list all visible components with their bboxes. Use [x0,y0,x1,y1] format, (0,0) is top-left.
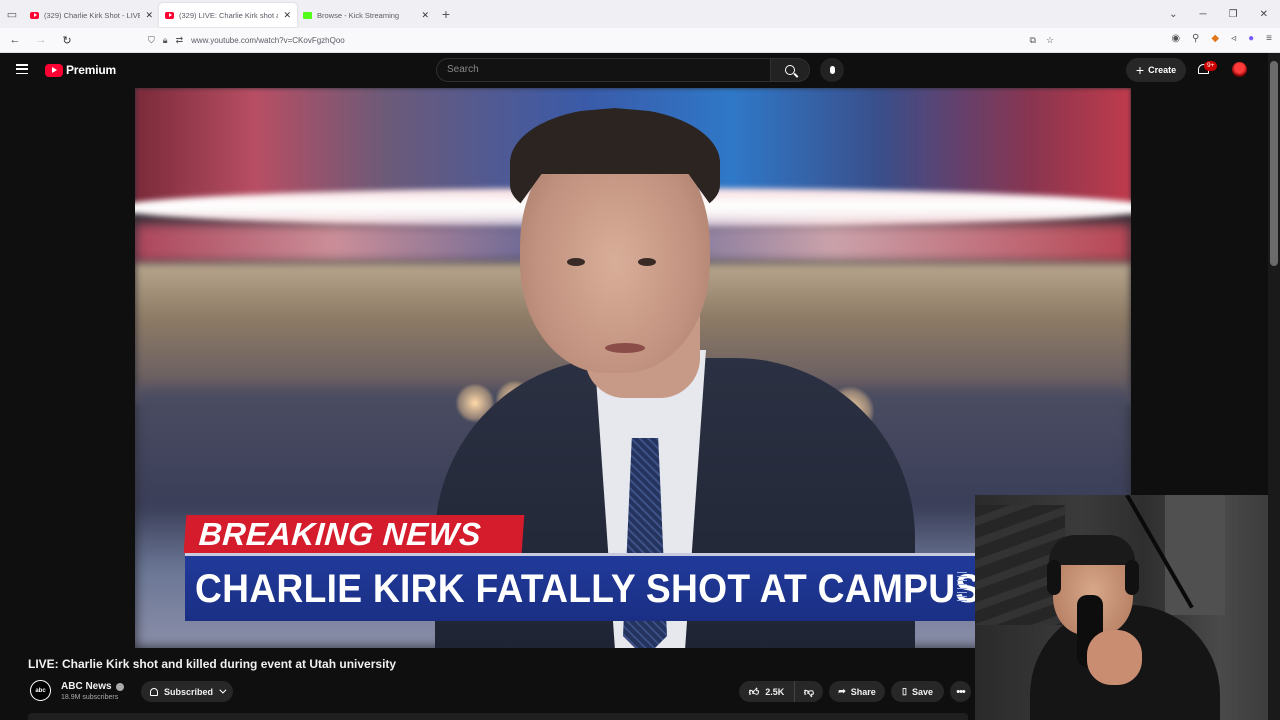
abc-logo: abc [31,681,50,700]
metamask-icon[interactable]: ◆ [1211,33,1219,44]
window-controls: ⌄ ─ ❐ ✕ [1169,9,1280,20]
reload-icon[interactable]: ↻ [56,34,78,47]
youtube-favicon-icon [165,11,174,19]
save-label: Save [911,686,933,697]
microphone-icon [829,66,835,74]
minimize-icon[interactable]: ─ [1200,9,1207,20]
browser-tab-bar: ▭ (329) Charlie Kirk Shot - LIVE Br ✕ (3… [0,0,1280,28]
save-button[interactable]: ▯ Save [891,681,944,702]
new-tab-button[interactable]: + [435,6,457,22]
close-tab-icon[interactable]: ✕ [421,10,429,21]
voice-search-button[interactable] [820,58,844,82]
like-count: 2.5K [765,686,785,697]
like-button[interactable]: 👍︎ 2.5K [739,681,795,702]
bookmark-star-icon[interactable]: ☆ [1046,35,1054,46]
headline-bar: CHARLIE KIRK FATALLY SHOT AT CAMPUS EVEN… [185,553,1116,621]
account-avatar[interactable] [1232,62,1247,77]
subscribed-button[interactable]: Subscribed [141,681,233,702]
subscriber-count: 18.9M subscribers [61,694,119,701]
description-box-edge [28,713,968,720]
share-arrow-icon: ➦ [838,686,846,696]
extensions-icon[interactable]: ⚲ [1192,33,1199,44]
picture-in-picture-icon[interactable]: ⧉ [1029,35,1035,46]
kick-favicon-icon [303,11,312,19]
browser-nav-bar: ← → ↻ ⛉ 🔒︎ ⇄ www.youtube.com/watch?v=CKo… [0,28,1280,53]
more-actions-button[interactable]: ••• [950,681,971,702]
search-icon [785,65,795,75]
share-button[interactable]: ➦ Share [829,681,885,702]
search-input[interactable]: Search [436,58,771,82]
forward-icon[interactable]: → [30,34,52,46]
restore-icon[interactable]: ❐ [1229,9,1238,20]
browser-tab-3[interactable]: Browse - Kick Streaming ✕ [297,3,435,27]
youtube-favicon-icon [30,11,39,19]
bell-icon [149,687,158,696]
webcam-overlay [975,495,1280,720]
lock-icon[interactable]: 🔒︎ [163,35,168,46]
notification-badge: 9+ [1204,61,1218,71]
plus-icon: + [1135,62,1145,78]
address-bar[interactable]: ⛉ 🔒︎ ⇄ www.youtube.com/watch?v=CKovFgzhQ… [140,31,1060,50]
close-tab-icon[interactable]: ✕ [145,10,153,21]
logo-text: Premium [66,63,116,77]
extensions-toolbar: ◉ ⚲ ◆ ◃ ● ≡ [1171,33,1272,44]
video-title: LIVE: Charlie Kirk shot and killed durin… [28,657,397,671]
chevron-down-icon [219,686,227,694]
hamburger-menu-icon[interactable] [16,64,28,75]
youtube-premium-logo[interactable]: Premium [45,63,116,77]
verified-check-icon [115,682,124,691]
share-label: Share [850,686,876,697]
account-icon[interactable]: ◉ [1171,33,1180,44]
shield-icon[interactable]: ⛉ [148,35,155,46]
scrollbar-thumb[interactable] [1270,61,1278,266]
search-button[interactable] [770,58,810,82]
create-label: Create [1148,65,1177,75]
tab-title: (329) LIVE: Charlie Kirk shot and [179,10,279,20]
breaking-news-label: BREAKING NEWS [183,515,525,553]
thumbs-down-icon: 👎︎ [803,686,815,698]
more-horizontal-icon: ••• [956,685,966,698]
subscribed-label: Subscribed [163,686,213,697]
browser-tab-1[interactable]: (329) Charlie Kirk Shot - LIVE Br ✕ [24,3,159,27]
dislike-button[interactable]: 👎︎ [795,681,823,702]
tab-overflow-chevron-icon[interactable]: ⌄ [1169,9,1177,20]
permissions-icon[interactable]: ⇄ [176,35,184,46]
youtube-play-icon [45,63,63,77]
youtube-header: Premium Search + Create [0,53,1268,88]
extension-purple-icon[interactable]: ● [1248,33,1254,44]
create-button[interactable]: + Create [1126,58,1186,82]
like-dislike-group: 👍︎ 2.5K 👎︎ [739,681,823,702]
close-window-icon[interactable]: ✕ [1260,9,1268,20]
bookmark-icon: ▯ [902,686,907,696]
channel-name-row[interactable]: ABC News [61,681,124,692]
channel-avatar[interactable]: abc [28,678,53,703]
tab-title: Browse - Kick Streaming [317,10,400,20]
page-scrollbar[interactable] [1268,53,1280,720]
channel-name[interactable]: ABC News [61,681,112,692]
url-text[interactable]: www.youtube.com/watch?v=CKovFgzhQoo [191,36,345,45]
speaker-icon[interactable]: ◃ [1231,33,1236,44]
tab-title: (329) Charlie Kirk Shot - LIVE Br [44,10,141,20]
close-tab-icon[interactable]: ✕ [283,10,291,21]
menu-icon[interactable]: ≡ [1266,33,1272,44]
browser-tab-2[interactable]: (329) LIVE: Charlie Kirk shot and ✕ [159,3,297,27]
tab-list-icon[interactable]: ▭ [0,0,24,28]
thumbs-up-icon: 👍︎ [748,686,760,698]
back-icon[interactable]: ← [4,34,26,46]
